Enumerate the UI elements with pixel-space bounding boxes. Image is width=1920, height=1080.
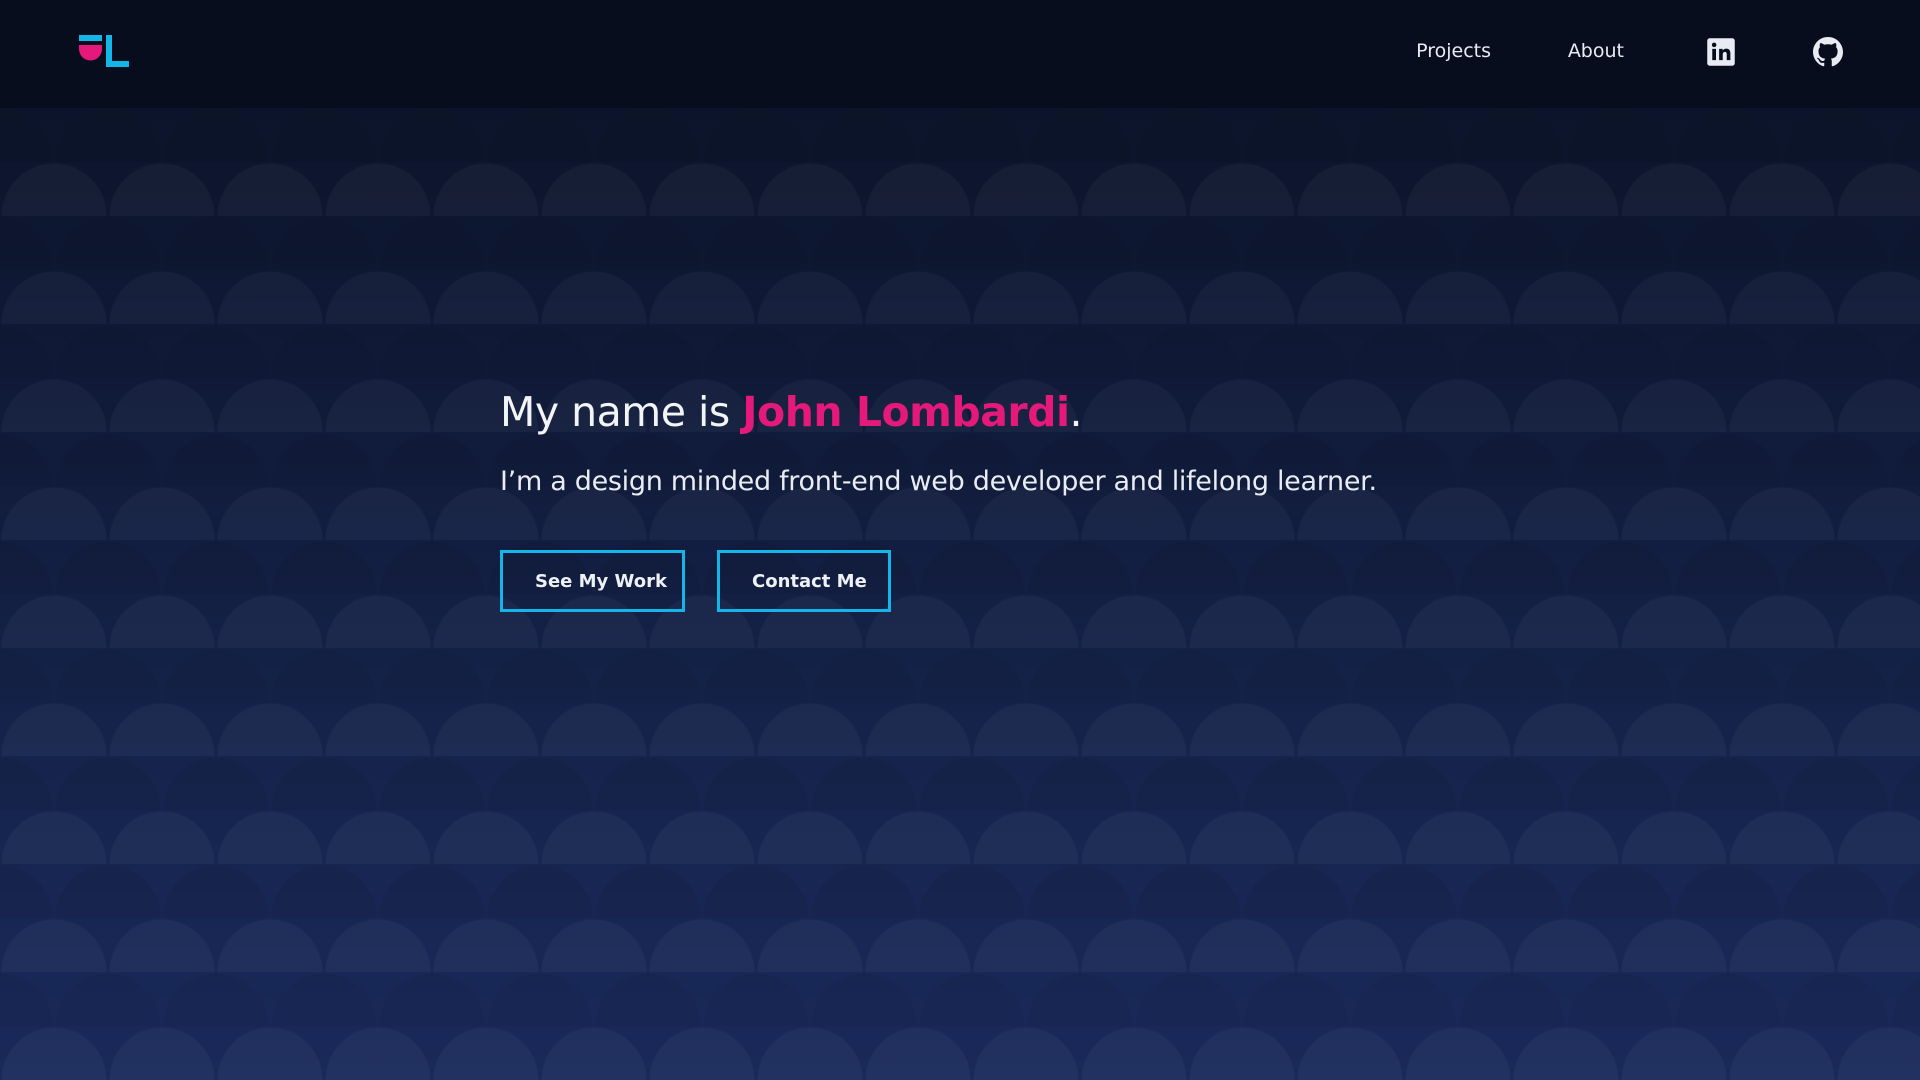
hero-section: My name is John Lombardi. I’m a design m…	[500, 388, 1377, 612]
site-header: Projects About	[0, 0, 1920, 108]
hero-title-suffix: .	[1069, 388, 1083, 436]
hero-title-prefix: My name is	[500, 388, 743, 436]
hero-buttons: See My Work Contact Me	[500, 550, 1377, 612]
contact-me-button[interactable]: Contact Me	[717, 550, 891, 612]
see-my-work-button[interactable]: See My Work	[500, 550, 685, 612]
hero-subtitle: I’m a design minded front-end web develo…	[500, 466, 1377, 497]
linkedin-icon[interactable]	[1706, 37, 1736, 67]
nav-about-link[interactable]: About	[1568, 40, 1624, 62]
nav-projects-link[interactable]: Projects	[1416, 40, 1491, 62]
jl-logo-icon[interactable]	[79, 35, 129, 67]
github-icon[interactable]	[1813, 37, 1843, 67]
hero-title: My name is John Lombardi.	[500, 388, 1377, 436]
hero-name: John Lombardi	[742, 388, 1070, 436]
